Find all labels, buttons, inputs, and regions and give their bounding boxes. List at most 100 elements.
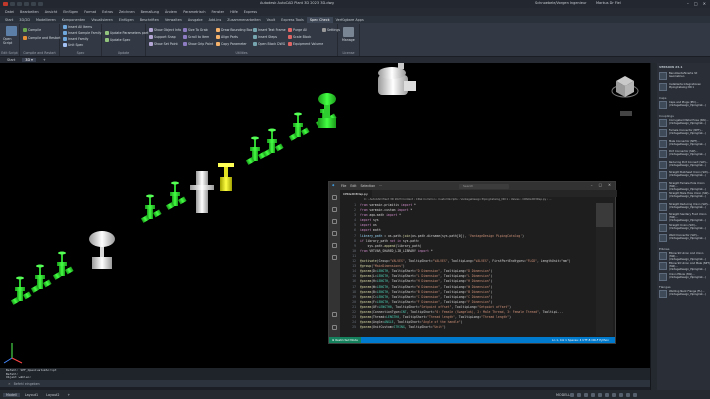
menu-item[interactable]: Datei [2, 10, 17, 14]
palette-item[interactable]: Straight Sanitary Fluid Union (SW)... (V… [659, 213, 710, 222]
vscode-close-button[interactable]: ✕ [608, 183, 611, 187]
palette-section-title[interactable]: Elbows [659, 247, 670, 251]
vscode-search-input[interactable]: Search [459, 183, 509, 189]
close-cmd-icon[interactable]: ✕ [8, 382, 11, 386]
account-icon[interactable] [332, 312, 337, 317]
insert-text-frame-button[interactable]: Insert Text Frame [253, 28, 286, 32]
minimize-button[interactable]: – [687, 1, 689, 6]
testing-icon[interactable] [332, 255, 337, 260]
palette-item[interactable]: Straight Male Hole Union (SW)... (Vintag… [659, 192, 710, 200]
ribbon-tab[interactable]: Express Tools [278, 17, 307, 23]
palette-item[interactable]: Male Connector (NPT)... (VintageDesign_P… [659, 139, 710, 148]
ribbon-tab[interactable]: Start [2, 17, 16, 23]
editor-tab[interactable]: CPKG2D3Dsp.py [340, 190, 372, 197]
ribbon-tab[interactable]: Vault [264, 17, 279, 23]
menu-item[interactable]: Express [241, 10, 260, 14]
support-snap-button[interactable]: Support Snap [149, 35, 176, 39]
breadcrumb[interactable]: C: › AutoCAD Plant 3D 2023 Content › CPa… [340, 197, 617, 202]
palette-section-title[interactable]: Caps [659, 96, 666, 100]
ortho-icon[interactable] [584, 392, 588, 397]
save-icon[interactable] [24, 2, 29, 6]
unit-spec-button[interactable]: Unit Spec [63, 43, 83, 47]
manage-button[interactable]: Manage [342, 27, 355, 42]
valve-group[interactable] [10, 98, 337, 305]
update-parameters-button[interactable]: Update Parameters part [105, 31, 148, 35]
palette-item[interactable]: Straight Bulkhead Union (SW)... (Vintage… [659, 171, 710, 179]
palette-item[interactable]: Welding Neck Flange (FL)... (VintageDesi… [659, 290, 710, 298]
model-space-toggle[interactable]: MODELL [556, 393, 570, 397]
menu-item[interactable]: Bearbeiten [17, 10, 42, 14]
user-name[interactable]: Markus Dr Fiel [596, 1, 621, 5]
menu-item[interactable]: Bemaßung [138, 10, 162, 14]
ribbon-tab[interactable]: Komponenten [59, 17, 89, 23]
workspace-icon[interactable] [626, 392, 630, 397]
ribbon-tab[interactable]: Einfügen [116, 17, 137, 23]
vscode-window[interactable]: ◆ File Edit Selection ··· Search – □ ✕ CPKG2D… [328, 181, 617, 344]
source-control-icon[interactable] [332, 219, 337, 224]
minimap-viewport[interactable] [596, 203, 613, 227]
purge-all-button[interactable]: Purge All [288, 28, 307, 32]
annotation-icon[interactable] [619, 392, 623, 397]
palette-item[interactable]: Installierte Integrationen PipingCatalog… [659, 82, 710, 91]
layout-tab[interactable]: Modell [3, 392, 20, 397]
command-line-input[interactable]: ✕ Befehl eingeben [0, 380, 650, 387]
vscode-menu-item[interactable]: Selection [361, 184, 376, 188]
yellow-valve[interactable] [218, 163, 234, 191]
large-white-valve[interactable] [378, 63, 416, 95]
ribbon-tab[interactable]: Verwalten [162, 17, 185, 23]
menu-item[interactable]: Ansicht [42, 10, 61, 14]
menu-item[interactable]: Zeichnen [116, 10, 138, 14]
redo-icon[interactable] [38, 2, 43, 6]
menu-item[interactable]: Format [81, 10, 99, 14]
minimap[interactable] [596, 203, 613, 336]
viewcube-icon[interactable] [611, 76, 639, 98]
palette-item[interactable]: Union Elbow (SW)... (VintageDesign_Pipin… [659, 272, 710, 281]
palette-item[interactable]: Elbow 90 Union And Male (NPT)(SW)... (Vi… [659, 262, 710, 271]
open-script-button[interactable]: Open Script [3, 26, 19, 45]
grid-icon[interactable] [570, 392, 574, 397]
new-icon[interactable] [10, 2, 15, 6]
compile-button[interactable]: Compile [23, 28, 41, 32]
file-tab[interactable]: 3D ▾ [22, 58, 36, 62]
palette-item[interactable]: Caps and Plugs (IEC)... (VintageDesign_P… [659, 101, 710, 109]
vscode-minimize-button[interactable]: – [591, 183, 593, 187]
new-tab-button[interactable]: + [40, 58, 49, 62]
layout-tab[interactable]: Layout2 [43, 393, 62, 397]
scale-block-button[interactable]: Scale Block [288, 35, 311, 39]
vscode-menu-item[interactable]: Edit [350, 184, 356, 188]
menu-item[interactable]: Extras [99, 10, 116, 14]
app-menu-icon[interactable] [3, 2, 8, 6]
insert-steps-button[interactable]: Insert Steps [253, 35, 277, 39]
menu-item[interactable]: Fenster [208, 10, 227, 14]
lineweight-icon[interactable] [612, 392, 616, 397]
wcs-menu[interactable] [620, 111, 632, 116]
otrack-icon[interactable] [605, 392, 609, 397]
palette-item[interactable]: Straight Reducing Union (SW)... (Vintage… [659, 202, 710, 211]
align-parts-button[interactable]: Align Parts [216, 35, 238, 39]
snap-icon[interactable] [577, 392, 581, 397]
osnap-icon[interactable] [598, 392, 602, 397]
file-tab[interactable]: Start [4, 58, 18, 62]
ribbon-tab[interactable]: Spec Check [306, 16, 333, 23]
palette-item[interactable]: Weld Connector (SW)... (VintageDesign_Pi… [659, 234, 710, 242]
vscode-menu-item[interactable]: File [341, 184, 346, 188]
open-block-dwg-button[interactable]: Open Block DWG [253, 42, 285, 46]
search-icon[interactable] [332, 207, 337, 212]
menu-item[interactable]: Einfügen [60, 10, 81, 14]
palette-item[interactable]: Female Connector (NPT)... (VintageDesign… [659, 129, 710, 137]
insert-all-items-button[interactable]: Insert All Items [63, 25, 92, 29]
scroll-to-item-button[interactable]: Scroll to Item [183, 35, 209, 39]
vscode-menu-item[interactable]: ··· [379, 184, 382, 188]
menu-item[interactable]: Ändern [162, 10, 180, 14]
quick-access-toolbar[interactable] [3, 2, 43, 6]
layout-tab[interactable]: Layout1 [22, 393, 41, 397]
explorer-icon[interactable] [332, 195, 337, 200]
status-info[interactable]: Ln 1, Col 1 Spaces: 4 UTF-8 CRLF Python [552, 338, 609, 342]
ribbon-tab[interactable]: Ausgabe [185, 17, 206, 23]
show-object-info-button[interactable]: Show Object Info [149, 28, 181, 32]
customize-icon[interactable] [633, 392, 637, 397]
maximize-button[interactable]: □ [694, 1, 698, 6]
palette-item[interactable]: Elbow 90 Union And Union (SW)... (Vintag… [659, 251, 710, 261]
show-set-point-button[interactable]: Show Set Point [149, 42, 178, 46]
palette-vertical-tabs[interactable] [651, 63, 657, 390]
